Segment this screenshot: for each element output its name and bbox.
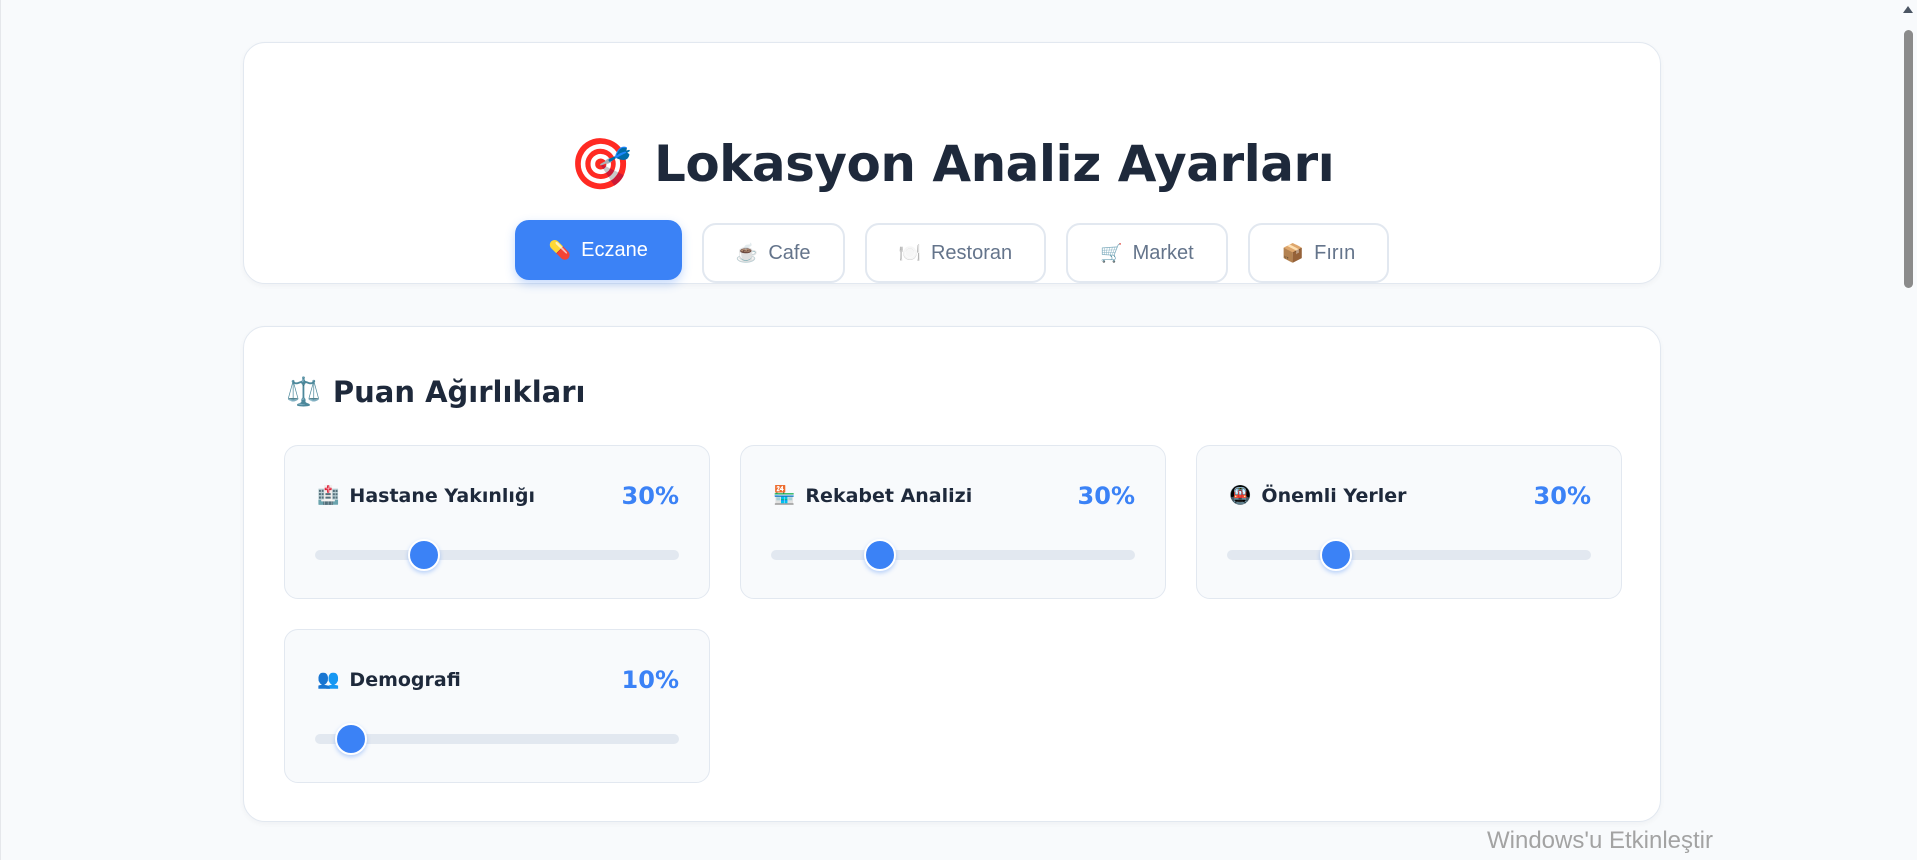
weight-onemli-yerler: 🚇 Önemli Yerler 30% [1196,445,1622,599]
weight-label: Hastane Yakınlığı [349,485,536,507]
page-title-row: 🎯 Lokasyon Analiz Ayarları [244,135,1660,193]
weight-hastane: 🏥 Hastane Yakınlığı 30% [284,445,710,599]
header-card: 🎯 Lokasyon Analiz Ayarları 💊 Eczane ☕ Ca… [243,42,1661,284]
target-icon: 🎯 [569,135,632,193]
weight-slider[interactable] [315,539,679,571]
weight-header: 🚇 Önemli Yerler 30% [1229,482,1591,510]
metro-icon: 🚇 [1229,485,1252,506]
balance-scale-icon: ⚖️ [286,375,321,408]
scroll-up-arrow-icon[interactable] [1903,6,1913,13]
windows-activation-watermark: Windows'u Etkinleştir [1487,827,1713,854]
weight-label: Rekabet Analizi [805,485,973,507]
section-title: Puan Ağırlıkları [332,375,586,409]
hospital-icon: 🏥 [317,485,340,506]
package-icon: 📦 [1281,243,1305,263]
category-tabs: 💊 Eczane ☕ Cafe 🍽️ Restoran 🛒 Market 📦 F… [244,220,1660,283]
pill-icon: 💊 [548,240,572,260]
tab-market[interactable]: 🛒 Market [1066,223,1228,283]
tab-label: Cafe [768,241,811,264]
slider-thumb[interactable] [408,539,441,571]
weight-label-wrap: 🏪 Rekabet Analizi [773,485,972,507]
weight-label-wrap: 🚇 Önemli Yerler [1229,485,1406,507]
weight-header: 🏥 Hastane Yakınlığı 30% [317,482,679,510]
slider-thumb[interactable] [335,723,368,755]
store-icon: 🏪 [773,485,796,506]
tab-label: Eczane [581,238,648,261]
tab-restoran[interactable]: 🍽️ Restoran [864,223,1047,283]
vertical-scrollbar[interactable] [1899,0,1917,860]
weight-value: 30% [1077,482,1135,510]
scrollbar-thumb[interactable] [1904,30,1913,288]
section-title-row: ⚖️ Puan Ağırlıkları [286,375,585,409]
tab-label: Market [1132,241,1194,264]
weight-value: 10% [621,666,679,694]
tab-label: Fırın [1314,241,1356,264]
weight-label-wrap: 👥 Demografi [317,669,461,691]
people-icon: 👥 [317,669,340,690]
cart-icon: 🛒 [1100,243,1123,263]
weight-value: 30% [1533,482,1591,510]
slider-thumb[interactable] [1320,539,1353,571]
tab-eczane[interactable]: 💊 Eczane [514,220,682,280]
page-title: Lokasyon Analiz Ayarları [653,135,1335,193]
tab-label: Restoran [930,241,1013,264]
weight-label-wrap: 🏥 Hastane Yakınlığı [317,485,535,507]
weight-slider[interactable] [1227,539,1591,571]
weight-rekabet: 🏪 Rekabet Analizi 30% [740,445,1166,599]
weights-card: ⚖️ Puan Ağırlıkları 🏥 Hastane Yakınlığı … [243,326,1661,822]
weight-slider[interactable] [771,539,1135,571]
weight-value: 30% [621,482,679,510]
weight-demografi: 👥 Demografi 10% [284,629,710,783]
weight-header: 👥 Demografi 10% [317,666,679,694]
weight-label: Demografi [349,669,461,691]
plate-icon: 🍽️ [898,243,921,263]
weight-header: 🏪 Rekabet Analizi 30% [773,482,1135,510]
coffee-icon: ☕ [735,243,759,263]
tab-firin[interactable]: 📦 Fırın [1247,223,1390,283]
tab-cafe[interactable]: ☕ Cafe [701,223,845,283]
page-viewport: 🎯 Lokasyon Analiz Ayarları 💊 Eczane ☕ Ca… [0,0,1899,860]
weight-label: Önemli Yerler [1261,485,1407,507]
weight-slider[interactable] [315,723,679,755]
slider-thumb[interactable] [864,539,897,571]
